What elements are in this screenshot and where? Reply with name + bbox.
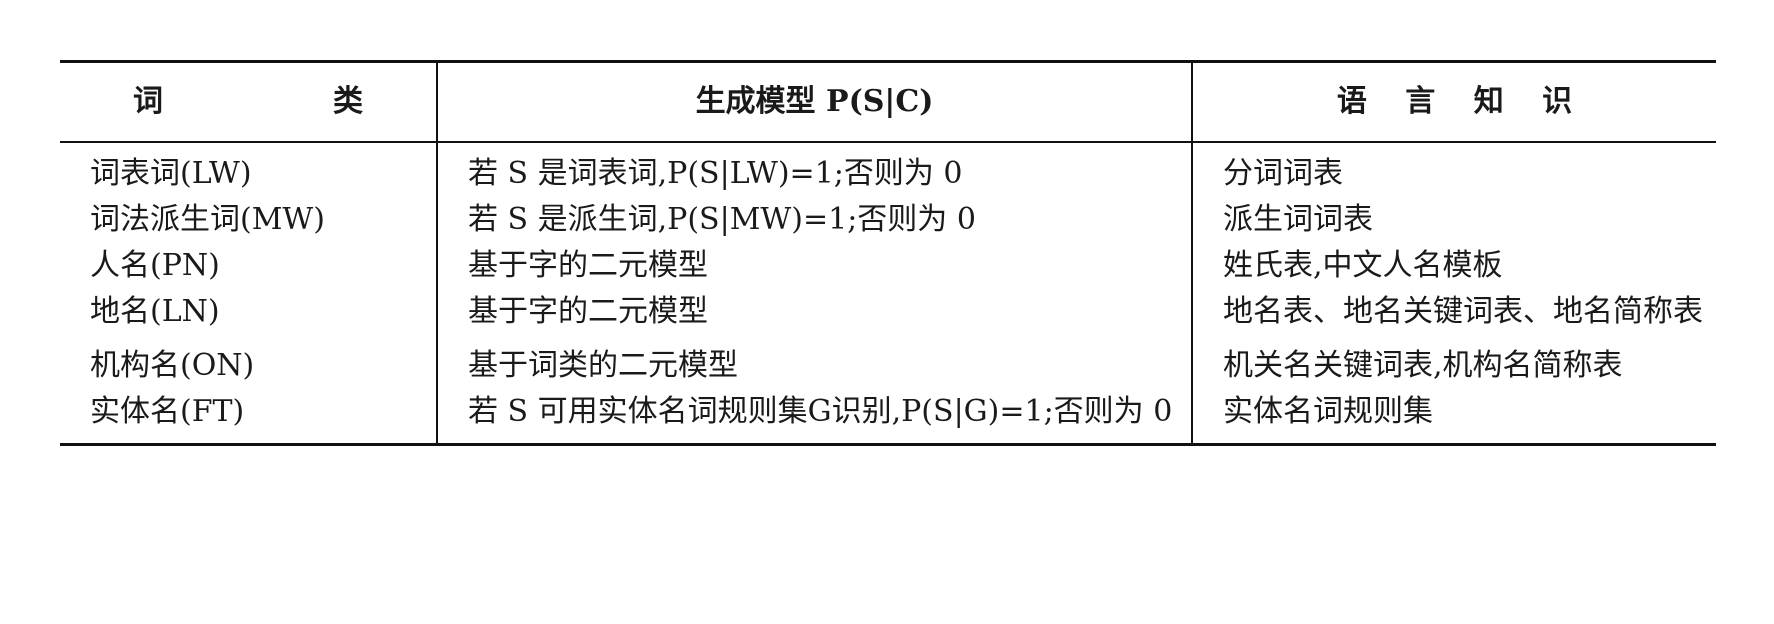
table-row: 地名(LN) 基于字的二元模型 地名表、地名关键词表、地名简称表 [60,289,1716,335]
header-generative-model: 生成模型 P(S|C) [436,61,1193,142]
cell-word-class: 词表词(LW) [90,156,252,191]
table-row: 机构名(ON) 基于词类的二元模型 机关名关键词表,机构名简称表 [60,335,1716,389]
cell-model: 若 S 是词表词,P(S|LW)=1;否则为 0 [436,142,1193,197]
page: 词 类 生成模型 P(S|C) 语 言 知 识 词表词(LW) 若 S 是词表词… [0,0,1774,624]
table-row: 人名(PN) 基于字的二元模型 姓氏表,中文人名模板 [60,243,1716,289]
cell-knowledge: 分词词表 [1223,156,1343,191]
cell-model: 若 S 可用实体名词规则集G识别,P(S|G)=1;否则为 0 [436,389,1193,445]
cell-model: 基于词类的二元模型 [436,335,1193,389]
cell-knowledge: 实体名词规则集 [1223,394,1433,429]
cell-model: 基于字的二元模型 [436,289,1193,335]
table-body: 词表词(LW) 若 S 是词表词,P(S|LW)=1;否则为 0 分词词表 词法… [60,142,1716,445]
table-row: 词法派生词(MW) 若 S 是派生词,P(S|MW)=1;否则为 0 派生词词表 [60,197,1716,243]
cell-knowledge: 地名表、地名关键词表、地名简称表 [1223,294,1703,329]
table-row: 实体名(FT) 若 S 可用实体名词规则集G识别,P(S|G)=1;否则为 0 … [60,389,1716,445]
cell-word-class: 机构名(ON) [90,348,255,383]
table-row: 词表词(LW) 若 S 是词表词,P(S|LW)=1;否则为 0 分词词表 [60,142,1716,197]
cell-knowledge: 机关名关键词表,机构名简称表 [1223,348,1623,383]
header-row: 词 类 生成模型 P(S|C) 语 言 知 识 [60,61,1716,142]
cell-knowledge: 派生词词表 [1223,202,1373,237]
cell-model: 若 S 是派生词,P(S|MW)=1;否则为 0 [436,197,1193,243]
cell-word-class: 词法派生词(MW) [90,202,325,237]
cell-word-class: 地名(LN) [90,294,220,329]
cell-knowledge: 姓氏表,中文人名模板 [1223,248,1503,283]
word-class-table: 词 类 生成模型 P(S|C) 语 言 知 识 词表词(LW) 若 S 是词表词… [60,60,1716,446]
cell-word-class: 人名(PN) [90,248,220,283]
cell-model: 基于字的二元模型 [436,243,1193,289]
cell-word-class: 实体名(FT) [90,394,245,429]
header-linguistic-knowledge: 语 言 知 识 [1336,84,1587,119]
table-header: 词 类 生成模型 P(S|C) 语 言 知 识 [60,61,1716,142]
header-word-class: 词 类 [133,84,433,119]
